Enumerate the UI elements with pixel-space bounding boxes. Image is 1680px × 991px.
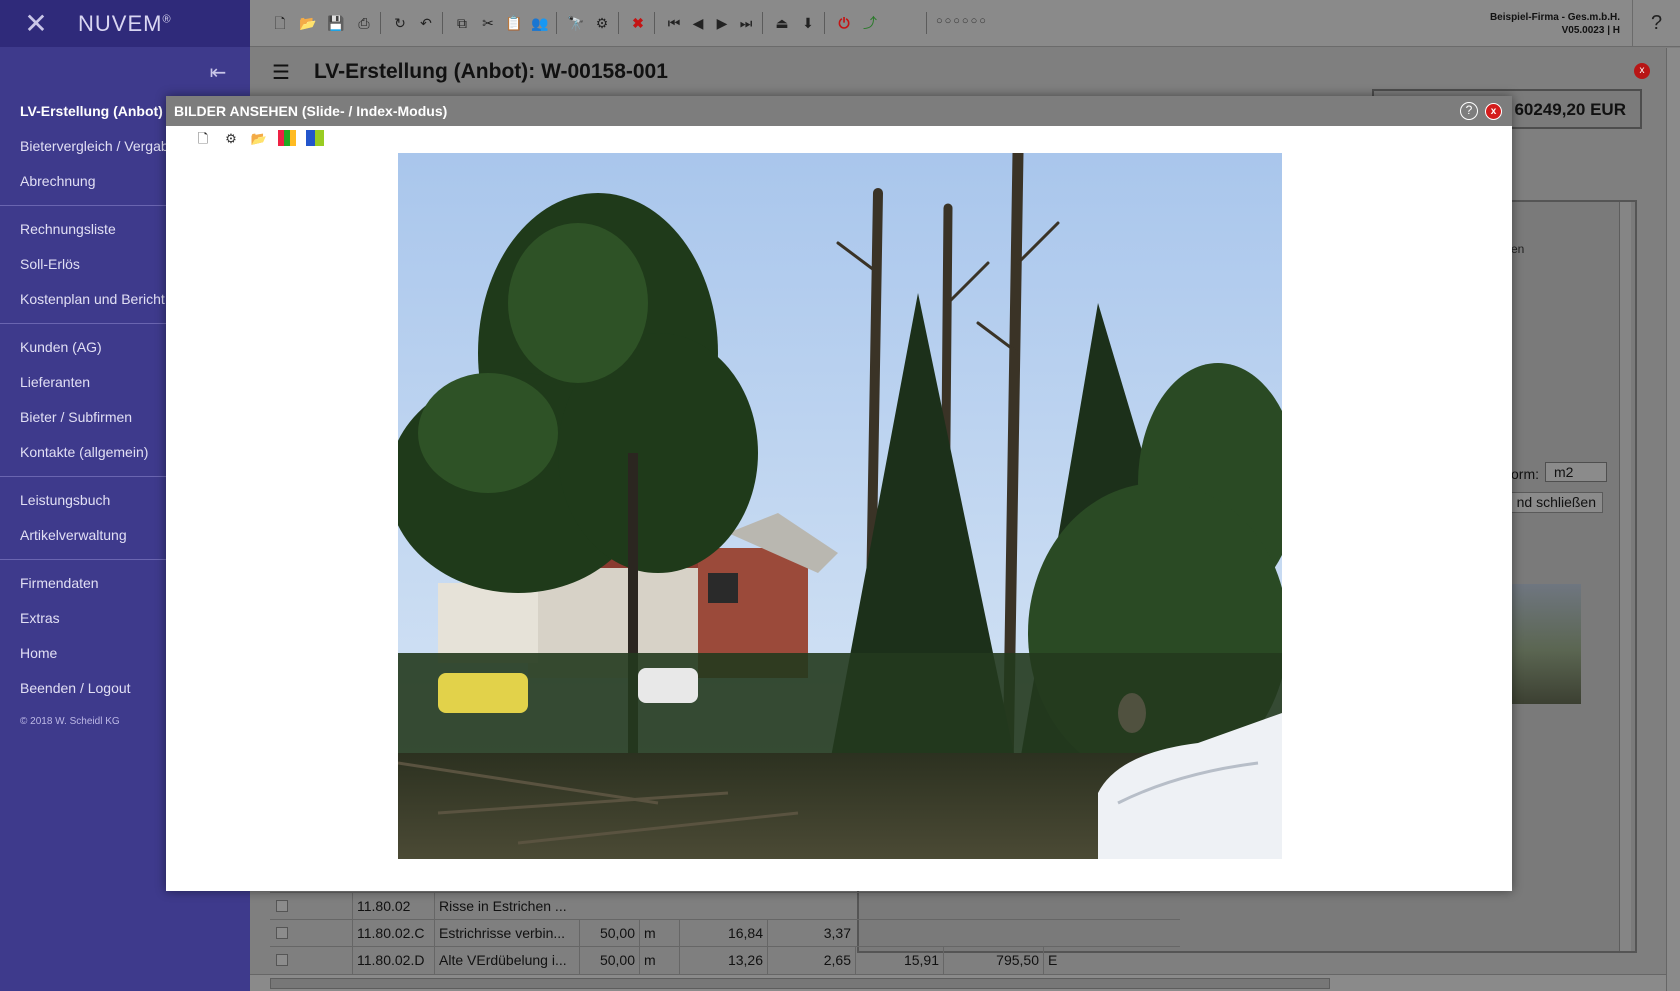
company-info: Beispiel-Firma - Ges.m.b.H. V05.0023 | H: [1490, 11, 1620, 37]
position-text: Risse in Estrichen ...: [434, 893, 579, 920]
extra-price: 2,65: [767, 947, 855, 974]
new-document-icon[interactable]: 🗋: [270, 13, 290, 33]
first-record-icon[interactable]: ⏮: [664, 13, 684, 33]
company-name: Beispiel-Firma - Ges.m.b.H.: [1489, 12, 1620, 23]
save-close-button[interactable]: nd schließen: [1511, 492, 1603, 513]
main-toolbar: 🗋 📂 💾 ⎙ ↻ ↶ ⧉ ✂ 📋 👥 🔭 ⚙ ✖ ⏮ ◀ ▶ ⏭ ⏏ ⬇ ⏻ …: [250, 0, 1680, 47]
open-folder-icon[interactable]: 📂: [298, 13, 318, 33]
position-number: 11.80.02: [352, 893, 434, 920]
next-record-icon[interactable]: ▶: [712, 13, 732, 33]
table-row[interactable]: 11.80.02.D Alte VErdübelung i... 50,00 m…: [270, 946, 1180, 974]
slide-mode-icon[interactable]: [306, 130, 324, 146]
panel-text-fragment: en: [1511, 242, 1525, 256]
panel-scrollbar[interactable]: [1619, 202, 1631, 951]
save-icon[interactable]: 💾: [326, 13, 346, 33]
scrollbar-thumb[interactable]: [270, 978, 1330, 989]
unit: m: [639, 947, 679, 974]
trees-and-houses-photo: [398, 153, 1282, 859]
activity-icon[interactable]: ⤴: [860, 13, 880, 33]
toolbar-divider: [762, 12, 763, 34]
quantity: 50,00: [579, 920, 639, 947]
image-viewer-dialog: BILDER ANSEHEN (Slide- / Index-Modus) ? …: [166, 96, 1512, 891]
index-mode-icon[interactable]: [278, 130, 296, 146]
photo[interactable]: [398, 153, 1282, 859]
position-number: 11.80.02.C: [352, 920, 434, 947]
help-button[interactable]: ?: [1632, 0, 1680, 47]
flag-select[interactable]: E: [1043, 947, 1083, 974]
unit-label: orm:: [1511, 466, 1539, 482]
row-checkbox[interactable]: [276, 900, 288, 912]
power-icon[interactable]: ⏻: [834, 13, 854, 33]
print-icon[interactable]: ⎙: [354, 13, 374, 33]
position-text: Estrichrisse verbin...: [434, 920, 579, 947]
toolbar-divider: [442, 12, 443, 34]
position-number: 11.80.02.D: [352, 947, 434, 974]
table-row[interactable]: 11.80.02 Risse in Estrichen ...: [270, 892, 1180, 920]
toolbar-divider: [824, 12, 825, 34]
users-icon[interactable]: 👥: [530, 13, 550, 33]
position-text: Alte VErdübelung i...: [434, 947, 579, 974]
horizontal-scrollbar[interactable]: [250, 974, 1666, 991]
binoculars-icon[interactable]: 🔭: [566, 13, 586, 33]
properties-icon[interactable]: ⚙: [222, 130, 240, 148]
dialog-title: BILDER ANSEHEN (Slide- / Index-Modus): [166, 96, 1512, 126]
unit-price: 16,84: [679, 920, 767, 947]
toolbar-divider: [618, 12, 619, 34]
image-thumbnail[interactable]: [1507, 584, 1581, 704]
toolbar-divider: [380, 12, 381, 34]
delete-icon[interactable]: ✖: [628, 13, 648, 33]
unit-price: 13,26: [679, 947, 767, 974]
download-icon[interactable]: ⬇: [798, 13, 818, 33]
toolbar-divider: [556, 12, 557, 34]
page-title: LV-Erstellung (Anbot): W-00158-001: [314, 60, 668, 83]
unit-select[interactable]: m2: [1545, 462, 1607, 482]
extra-price: 3,37: [767, 920, 855, 947]
logo-mark-icon: ✕: [24, 8, 48, 39]
properties-icon[interactable]: ⚙: [592, 13, 612, 33]
row-checkbox[interactable]: [276, 954, 288, 966]
page-scrollbar[interactable]: [1666, 48, 1680, 991]
undo-icon[interactable]: ↶: [416, 13, 436, 33]
dialog-close-button[interactable]: x: [1485, 103, 1502, 120]
collapse-sidebar-icon[interactable]: ⇤: [206, 60, 230, 88]
row-checkbox[interactable]: [276, 927, 288, 939]
toolbar-divider: [654, 12, 655, 34]
toolbar-divider: [926, 12, 927, 34]
close-page-button[interactable]: x: [1634, 63, 1650, 79]
pager-dots-icon[interactable]: ○○○○○○: [936, 15, 988, 27]
logo[interactable]: ✕ NUVEM®: [0, 0, 250, 47]
cut-icon[interactable]: ✂: [478, 13, 498, 33]
table-row[interactable]: 11.80.02.C Estrichrisse verbin... 50,00 …: [270, 919, 1180, 947]
previous-record-icon[interactable]: ◀: [688, 13, 708, 33]
copy-icon[interactable]: ⧉: [452, 13, 472, 33]
last-record-icon[interactable]: ⏭: [736, 13, 756, 33]
new-icon[interactable]: 🗋: [194, 130, 212, 148]
logo-text: NUVEM®: [78, 10, 172, 36]
positions-table: 11.80.02 Risse in Estrichen ... 11.80.02…: [270, 892, 1180, 974]
quantity: 50,00: [579, 947, 639, 974]
upload-icon[interactable]: ⏏: [772, 13, 792, 33]
app-window: ✕ NUVEM® ⇤ LV-Erstellung (Anbot) Bieterv…: [0, 0, 1680, 991]
menu-icon[interactable]: ☰: [272, 60, 290, 85]
dialog-help-button[interactable]: ?: [1460, 102, 1478, 120]
unit: m: [639, 920, 679, 947]
value-2: 795,50: [943, 947, 1043, 974]
open-folder-icon[interactable]: 📂: [250, 130, 268, 148]
value-1: 15,91: [855, 947, 943, 974]
version-info: V05.0023 | H: [1561, 25, 1620, 36]
refresh-icon[interactable]: ↻: [390, 13, 410, 33]
paste-icon[interactable]: 📋: [504, 13, 524, 33]
